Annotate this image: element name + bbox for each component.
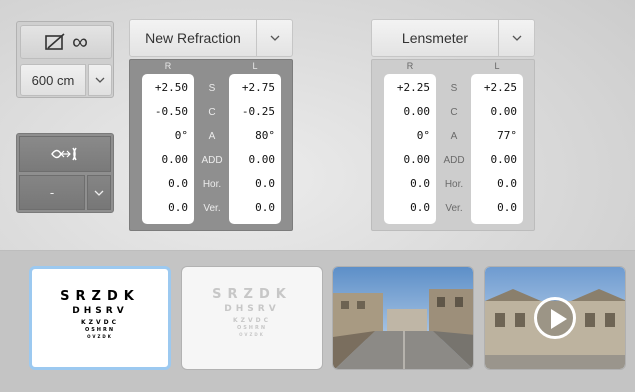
street-scene-thumbnail[interactable]: [332, 266, 474, 370]
chart-line-3: KZVDC: [80, 319, 120, 326]
chart-line-1: SRZDK: [212, 287, 292, 302]
horizontal-label: Hor.: [202, 179, 222, 190]
chart-line-4: OSHRN: [236, 325, 268, 331]
right-eye-column: +2.50 -0.50 0° 0.00 0.0 0.0: [142, 74, 194, 224]
right-eye-column: +2.25 0.00 0° 0.00 0.0 0.0: [384, 74, 436, 224]
chart-line-2: DHSRV: [224, 304, 280, 314]
eye-lens-icon: [51, 147, 77, 161]
chart-line-1: SRZDK: [60, 289, 140, 304]
left-sphere[interactable]: +2.75: [242, 81, 275, 94]
right-add[interactable]: 0.00: [162, 153, 189, 166]
right-sphere[interactable]: +2.25: [397, 81, 430, 94]
letter-chart: SRZDK DHSRV KZVDC OSHRN OVZDK: [32, 269, 168, 367]
horizontal-label: Hor.: [444, 179, 464, 190]
left-eye-column: +2.75 -0.25 80° 0.00 0.0 0.0: [229, 74, 281, 224]
infinity-icon: ∞: [72, 29, 88, 54]
eye-selector-value[interactable]: -: [19, 175, 85, 210]
refraction-title: New Refraction: [145, 30, 241, 46]
axis-label: A: [208, 131, 216, 142]
refraction-dropdown[interactable]: [256, 20, 292, 56]
vision-mode-group: ∞ 600 cm: [16, 21, 114, 98]
refraction-values: R L +2.50 -0.50 0° 0.00 0.0 0.0 S C A AD…: [129, 59, 293, 231]
right-cylinder[interactable]: -0.50: [155, 105, 188, 118]
lensmeter-selector[interactable]: Lensmeter: [371, 19, 535, 57]
right-axis[interactable]: 0°: [175, 129, 188, 142]
chart-thumbnail-dimmed[interactable]: SRZDK DHSRV KZVDC OSHRN OVZDK: [181, 266, 323, 370]
right-eye-header: R: [164, 61, 172, 71]
vertical-label: Ver.: [203, 203, 221, 214]
right-axis[interactable]: 0°: [417, 129, 430, 142]
left-sphere[interactable]: +2.25: [484, 81, 517, 94]
axis-label: A: [450, 131, 458, 142]
vertical-label: Ver.: [445, 203, 463, 214]
distance-value[interactable]: 600 cm: [20, 64, 86, 96]
eye-selector-dropdown[interactable]: [87, 175, 111, 210]
right-cylinder[interactable]: 0.00: [404, 105, 431, 118]
lensmeter-values: R L +2.25 0.00 0° 0.00 0.0 0.0 S C A ADD…: [371, 59, 535, 231]
left-eye-header: L: [494, 61, 500, 71]
right-prism-vertical[interactable]: 0.0: [410, 201, 430, 214]
left-add[interactable]: 0.00: [249, 153, 276, 166]
left-prism-vertical[interactable]: 0.0: [497, 201, 517, 214]
left-axis[interactable]: 77°: [497, 129, 517, 142]
left-cylinder[interactable]: 0.00: [491, 105, 518, 118]
left-cylinder[interactable]: -0.25: [242, 105, 275, 118]
eye-lens-button[interactable]: [19, 136, 111, 172]
left-prism-horizontal[interactable]: 0.0: [255, 177, 275, 190]
eye-control-group: -: [16, 133, 114, 213]
chart-line-5: OVZDK: [239, 332, 265, 337]
chevron-down-icon: [95, 77, 105, 83]
play-icon[interactable]: [534, 297, 576, 339]
chart-line-3: KZVDC: [232, 317, 272, 324]
chevron-down-icon: [270, 35, 279, 41]
split-view-icon: [45, 33, 65, 50]
cylinder-label: C: [208, 107, 216, 118]
sphere-label: S: [450, 83, 458, 94]
cylinder-label: C: [450, 107, 458, 118]
video-thumbnail[interactable]: [484, 266, 626, 370]
chart-line-2: DHSRV: [72, 306, 128, 316]
split-view-button[interactable]: ∞: [20, 25, 112, 59]
right-add[interactable]: 0.00: [404, 153, 431, 166]
lensmeter-title: Lensmeter: [401, 30, 469, 46]
lensmeter-dropdown[interactable]: [498, 20, 534, 56]
chart-line-5: OVZDK: [87, 334, 113, 339]
left-eye-header: L: [252, 61, 258, 71]
left-add[interactable]: 0.00: [491, 153, 518, 166]
right-sphere[interactable]: +2.50: [155, 81, 188, 94]
letter-chart-dimmed: SRZDK DHSRV KZVDC OSHRN OVZDK: [182, 267, 322, 369]
left-prism-vertical[interactable]: 0.0: [255, 201, 275, 214]
sphere-label: S: [208, 83, 216, 94]
left-prism-horizontal[interactable]: 0.0: [497, 177, 517, 190]
chart-thumbnail-selected[interactable]: SRZDK DHSRV KZVDC OSHRN OVZDK: [29, 266, 171, 370]
distance-dropdown[interactable]: [88, 64, 112, 96]
chart-line-4: OSHRN: [84, 327, 116, 333]
refraction-selector[interactable]: New Refraction: [129, 19, 293, 57]
street-scene-image: [333, 267, 473, 369]
left-eye-column: +2.25 0.00 77° 0.00 0.0 0.0: [471, 74, 523, 224]
right-prism-horizontal[interactable]: 0.0: [410, 177, 430, 190]
left-axis[interactable]: 80°: [255, 129, 275, 142]
chevron-down-icon: [512, 35, 521, 41]
right-prism-horizontal[interactable]: 0.0: [168, 177, 188, 190]
right-prism-vertical[interactable]: 0.0: [168, 201, 188, 214]
add-label: ADD: [201, 155, 223, 166]
add-label: ADD: [443, 155, 465, 166]
app-window: ∞ 600 cm - New Refraction R L +2.50 -0.5…: [0, 0, 635, 392]
right-eye-header: R: [406, 61, 414, 71]
chevron-down-icon: [94, 190, 104, 196]
